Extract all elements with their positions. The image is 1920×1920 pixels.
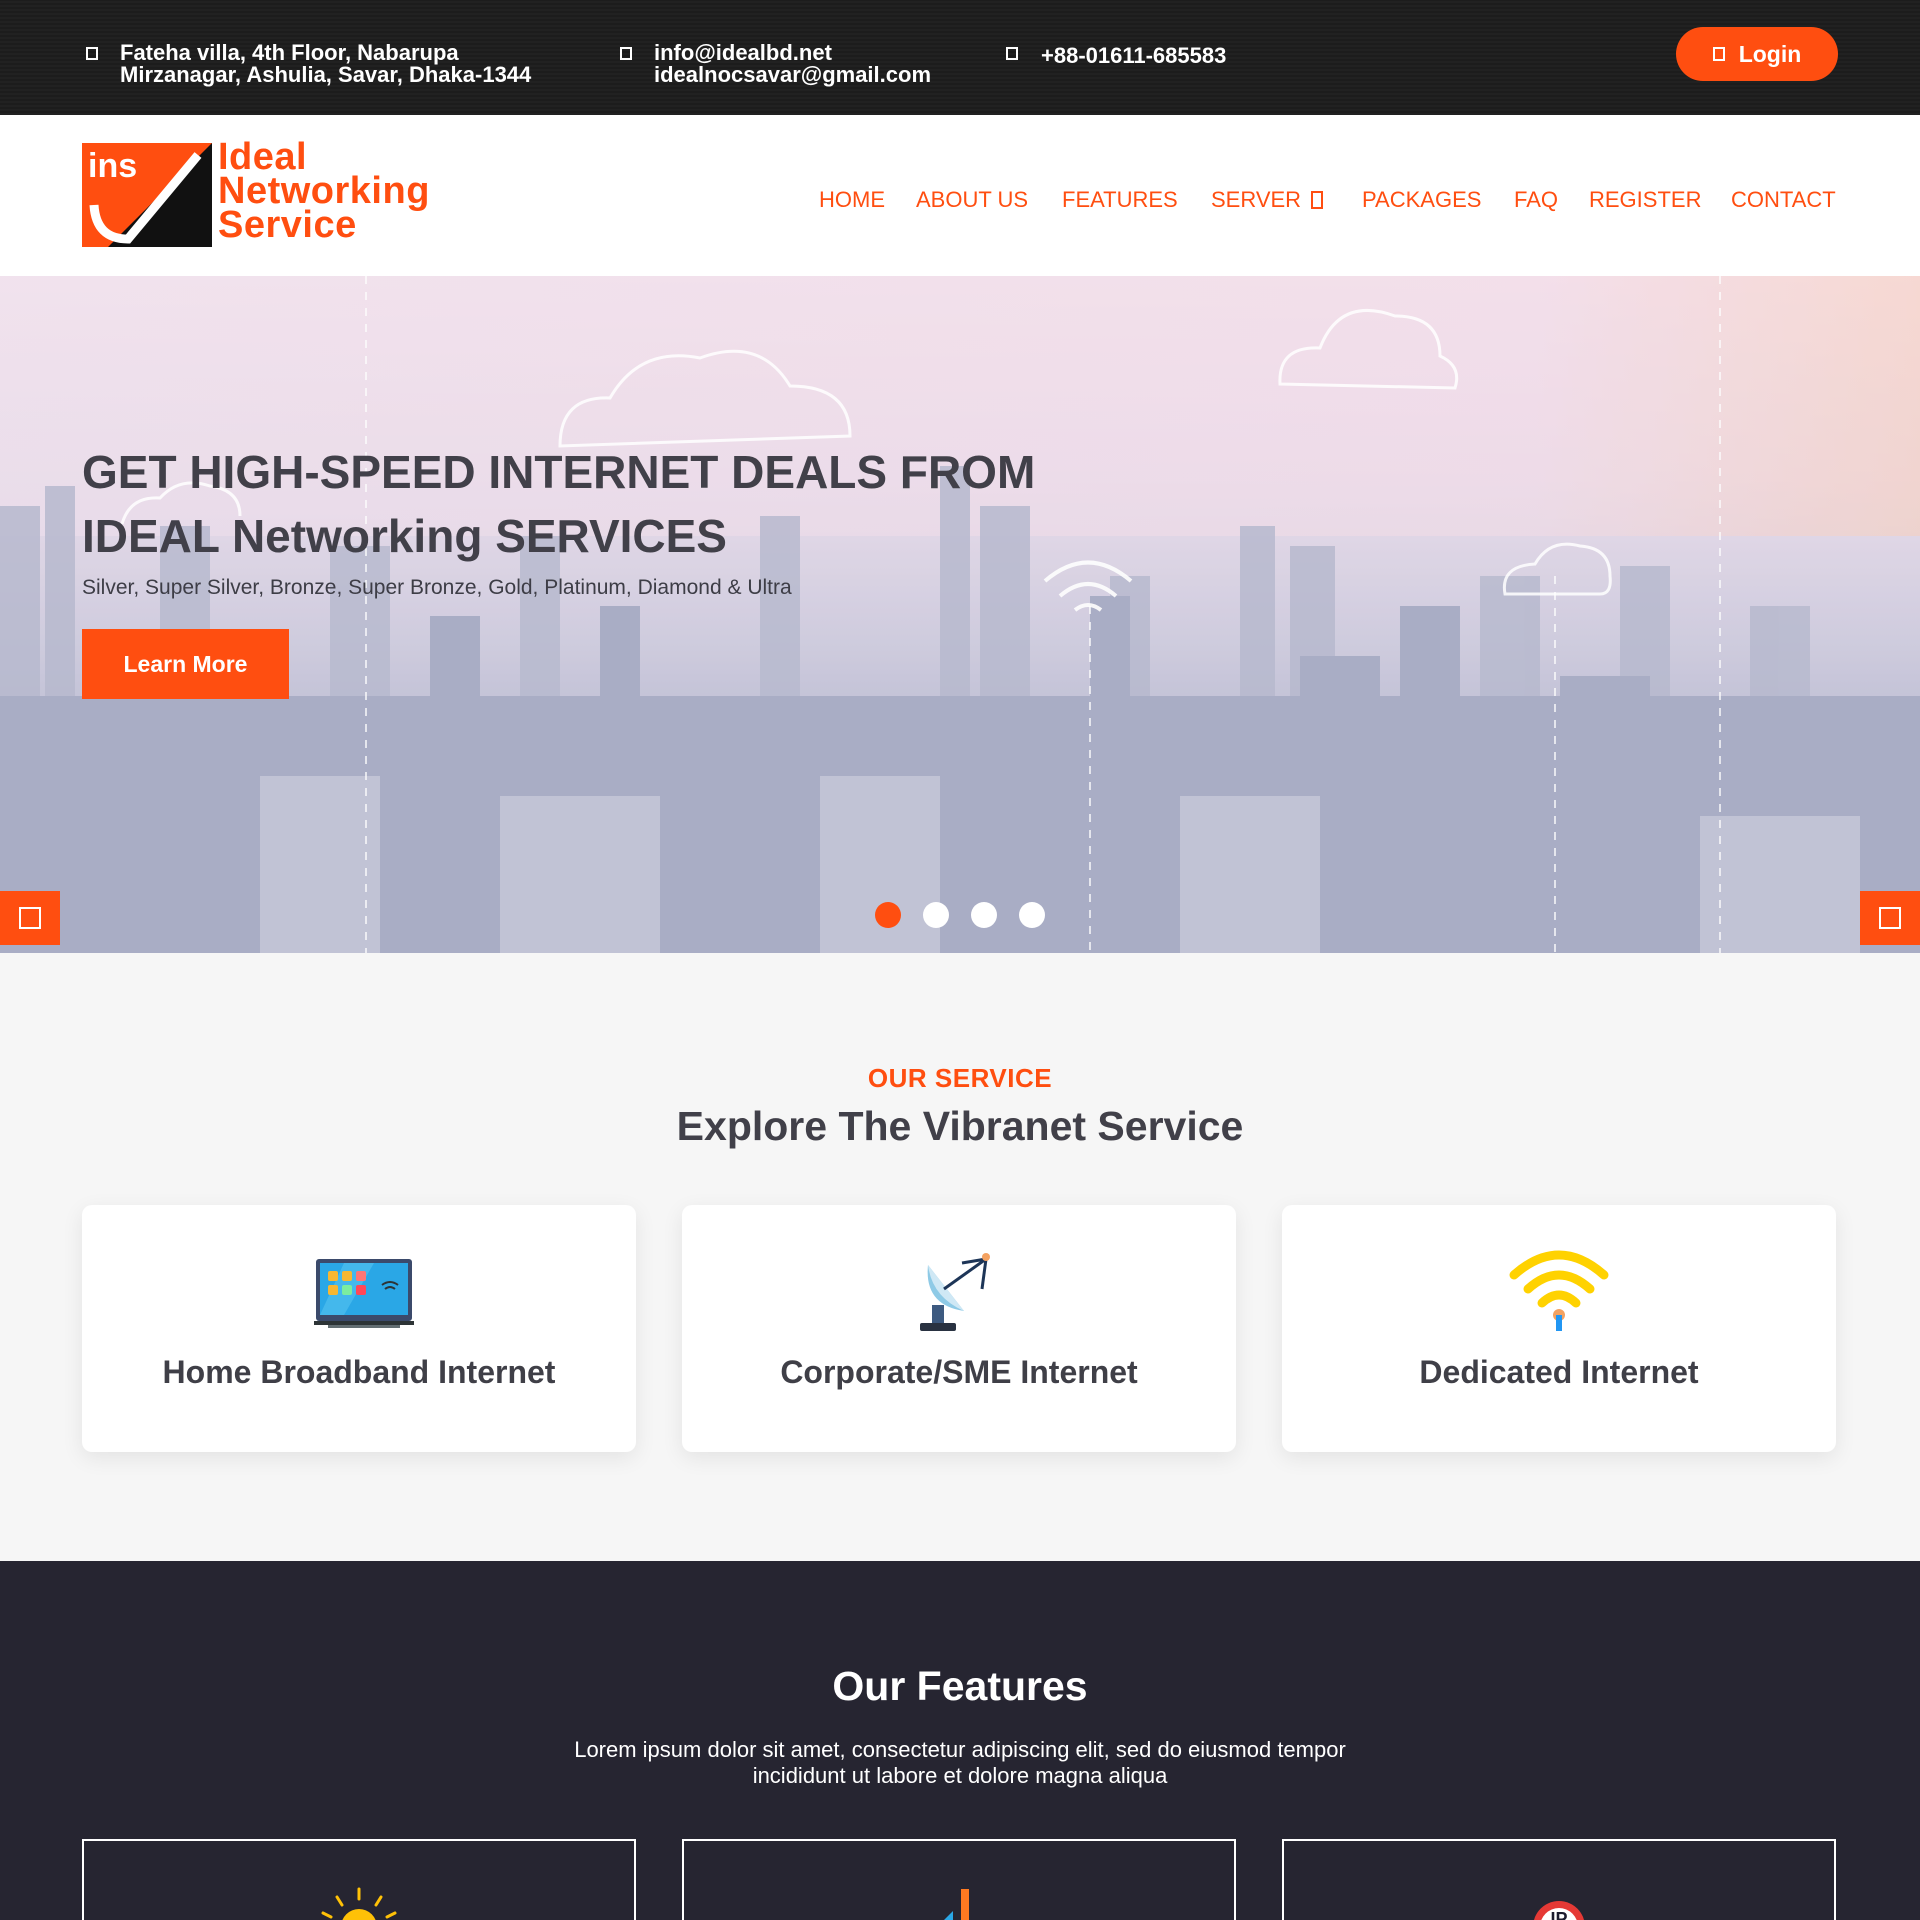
services-kicker: OUR SERVICE — [867, 1063, 1053, 1093]
hero-title: GET HIGH-SPEED INTERNET DEALS FROM IDEAL… — [82, 440, 1035, 568]
slider-dot-3[interactable] — [971, 902, 997, 928]
brand-name-line-2: Networking — [218, 170, 430, 212]
feature-card-1[interactable] — [82, 1839, 636, 1920]
features-title: Our Features — [832, 1663, 1088, 1709]
brand-logo-icon[interactable]: ins — [82, 143, 212, 247]
sun-icon — [321, 1887, 397, 1920]
nav-server[interactable]: SERVER — [1211, 187, 1324, 212]
slider-prev-button[interactable] — [0, 891, 60, 945]
slider-dot-2[interactable] — [923, 902, 949, 928]
brand-name[interactable]: Ideal Networking Service — [218, 136, 430, 246]
signal-bars-icon — [944, 1889, 969, 1920]
nav-faq[interactable]: FAQ — [1514, 188, 1558, 212]
service-card-home-broadband[interactable]: Home Broadband Internet — [82, 1205, 636, 1452]
nav-register[interactable]: REGISTER — [1589, 188, 1701, 212]
service-card-title: Home Broadband Internet — [162, 1354, 556, 1390]
chevron-down-icon — [1311, 191, 1324, 209]
nav-server-label: SERVER — [1211, 187, 1302, 212]
brand-name-line-3: Service — [218, 204, 357, 246]
features-description-line-2: incididunt ut labore et dolore magna ali… — [752, 1763, 1168, 1788]
arrow-right-icon — [1879, 907, 1901, 929]
top-contact-bar: Fateha villa, 4th Floor, Nabarupa Mirzan… — [0, 0, 1920, 115]
ip-badge-label: IP — [1550, 1909, 1567, 1920]
nav-contact[interactable]: CONTACT — [1731, 188, 1836, 212]
arrow-left-icon — [19, 907, 41, 929]
feature-card-2[interactable] — [682, 1839, 1236, 1920]
tv-icon — [314, 1259, 414, 1328]
features-description: Lorem ipsum dolor sit amet, consectetur … — [0, 1737, 1920, 1789]
features-description-line-1: Lorem ipsum dolor sit amet, consectetur … — [574, 1737, 1346, 1762]
email-icon — [620, 47, 632, 60]
login-label: Login — [1738, 40, 1802, 67]
phone-number[interactable]: +88-01611-685583 — [1041, 45, 1226, 67]
ip-badge-icon: IP — [1533, 1901, 1585, 1920]
feature-card-3[interactable]: IP — [1282, 1839, 1836, 1920]
service-card-dedicated[interactable]: Dedicated Internet — [1282, 1205, 1836, 1452]
hero-title-line-1: GET HIGH-SPEED INTERNET DEALS FROM — [82, 446, 1036, 498]
learn-more-button[interactable]: Learn More — [82, 629, 289, 699]
address-line-2: Mirzanagar, Ashulia, Savar, Dhaka-1344 — [120, 62, 532, 87]
service-card-title: Corporate/SME Internet — [780, 1354, 1138, 1390]
email-contact: info@idealbd.net idealnocsavar@gmail.com — [654, 42, 931, 86]
nav-home[interactable]: HOME — [819, 188, 885, 212]
brand-mark-text: ins — [88, 147, 137, 185]
slider-dot-4[interactable] — [1019, 902, 1045, 928]
services-title: Explore The Vibranet Service — [676, 1103, 1244, 1149]
hero-subtitle: Silver, Super Silver, Bronze, Super Bron… — [82, 576, 792, 599]
phone-icon — [1006, 47, 1018, 60]
address-line-1: Fateha villa, 4th Floor, Nabarupa — [120, 40, 459, 65]
slider-next-button[interactable] — [1860, 891, 1920, 945]
slider-dot-1[interactable] — [875, 902, 901, 928]
hero-slider — [0, 276, 1920, 953]
email-primary[interactable]: info@idealbd.net — [654, 42, 931, 64]
user-icon — [1712, 47, 1725, 61]
login-button[interactable]: Login — [1676, 27, 1838, 81]
nav-about-us[interactable]: ABOUT US — [916, 188, 1028, 212]
city-skyline-illustration — [0, 276, 1920, 953]
wifi-icon — [1509, 1250, 1609, 1331]
nav-packages[interactable]: PACKAGES — [1362, 188, 1481, 212]
nav-features[interactable]: FEATURES — [1062, 188, 1178, 212]
email-secondary[interactable]: idealnocsavar@gmail.com — [654, 64, 931, 86]
service-card-title: Dedicated Internet — [1419, 1354, 1699, 1390]
address: Fateha villa, 4th Floor, Nabarupa Mirzan… — [120, 42, 531, 86]
location-icon — [86, 47, 98, 60]
satellite-dish-icon — [920, 1253, 990, 1331]
brand-name-line-1: Ideal — [218, 136, 308, 178]
service-card-corporate-sme[interactable]: Corporate/SME Internet — [682, 1205, 1236, 1452]
hero-title-line-2: IDEAL Networking SERVICES — [82, 510, 727, 562]
